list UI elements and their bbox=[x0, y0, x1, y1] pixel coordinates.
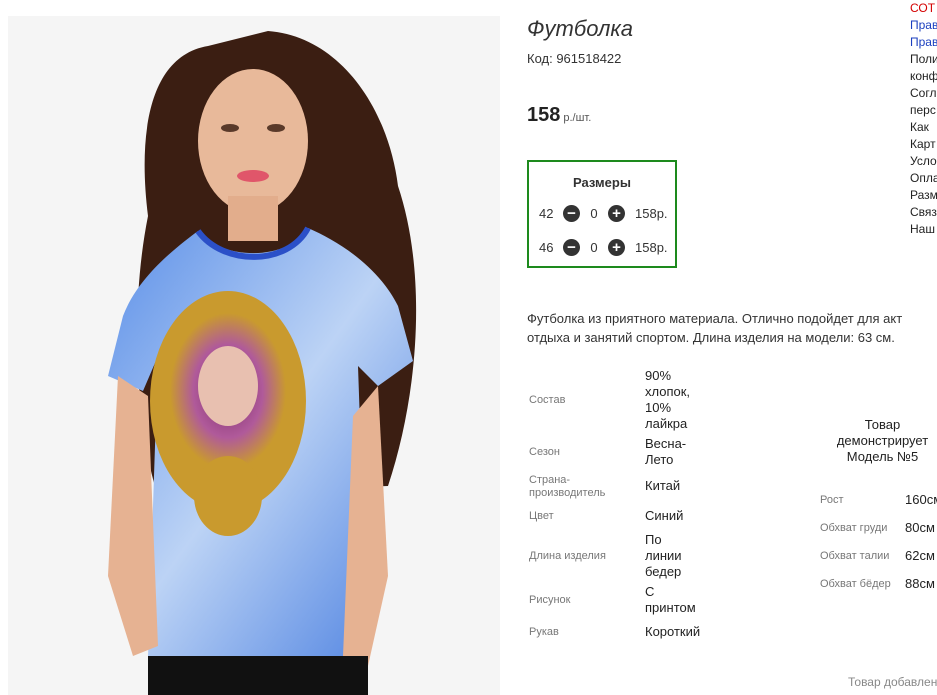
sidebar-link[interactable]: Согл bbox=[910, 85, 937, 102]
attr-value-line: Весна- bbox=[645, 436, 687, 451]
sidebar-link[interactable]: Карт bbox=[910, 136, 937, 153]
sidebar-link[interactable]: Опла bbox=[910, 170, 937, 187]
attr-value-line: лайкра bbox=[645, 416, 688, 431]
attr-value: Короткий bbox=[645, 624, 700, 640]
attr-label: Сезон bbox=[529, 446, 560, 458]
attr-value-line: 90% bbox=[645, 368, 672, 383]
attr-value-line: По bbox=[645, 532, 662, 547]
product-photo[interactable] bbox=[8, 16, 500, 695]
attr-value-line: С bbox=[645, 584, 655, 599]
price-value: 158 bbox=[527, 104, 561, 126]
attr-value: Синий bbox=[645, 508, 683, 524]
size-row: 46 − 0 + 158р. bbox=[539, 237, 668, 257]
model-param-value: 88см bbox=[905, 576, 935, 591]
model-param-value: 62см bbox=[905, 548, 935, 563]
sidebar-link[interactable]: конф bbox=[910, 68, 937, 85]
attr-value: По линии бедер bbox=[645, 532, 682, 580]
minus-circle-icon[interactable]: − bbox=[563, 204, 580, 222]
attr-value-line: Китай bbox=[645, 478, 681, 493]
plus-circle-icon[interactable]: + bbox=[608, 204, 625, 222]
size-price: 158р. bbox=[635, 205, 668, 221]
model-caption-line: Модель №5 bbox=[846, 449, 919, 464]
model-caption: Товар демонстрирует Модель №5 bbox=[820, 417, 937, 465]
attr-value-line: принтом bbox=[645, 600, 696, 615]
model-param-label: Обхват груди bbox=[820, 522, 888, 534]
sidebar-link[interactable]: Прав bbox=[910, 17, 937, 34]
attr-value-line: Синий bbox=[645, 508, 684, 523]
attr-value-line: 10% bbox=[645, 400, 672, 415]
attr-label: Рисунок bbox=[529, 594, 571, 606]
model-caption-line: демонстрирует bbox=[836, 433, 929, 448]
attr-label-line: Страна- bbox=[529, 474, 571, 486]
attr-value-line: хлопок, bbox=[645, 384, 691, 399]
model-param-value: 80см bbox=[905, 520, 935, 535]
sidebar-link[interactable]: Как bbox=[910, 119, 937, 136]
attr-label: Длина изделия bbox=[529, 550, 606, 562]
size-row: 42 − 0 + 158р. bbox=[539, 203, 668, 223]
sizes-heading: Размеры bbox=[573, 175, 631, 190]
attr-value-line: Короткий bbox=[645, 624, 701, 639]
quantity-value[interactable]: 0 bbox=[580, 206, 608, 221]
sidebar-link[interactable]: Разм bbox=[910, 187, 937, 204]
sidebar-links: СОТ Прав Прав Поли конф Согл перс Как Ка… bbox=[910, 0, 937, 238]
size-label: 46 bbox=[539, 239, 554, 255]
added-notice: Товар добавлен bbox=[848, 675, 937, 689]
attr-label: Цвет bbox=[529, 510, 554, 522]
product-title: Футболка bbox=[527, 16, 633, 41]
attr-label-line: производитель bbox=[529, 487, 606, 499]
model-caption-line: Товар bbox=[864, 417, 901, 432]
product-image bbox=[8, 16, 500, 695]
model-param-value: 160см bbox=[905, 492, 937, 507]
attr-value: 90% хлопок, 10% лайкра bbox=[645, 368, 690, 432]
attr-value: Китай bbox=[645, 478, 680, 494]
plus-circle-icon[interactable]: + bbox=[608, 238, 625, 256]
size-label: 42 bbox=[539, 205, 554, 221]
description-line: Футболка из приятного материала. Отлично… bbox=[527, 311, 903, 326]
product-description: Футболка из приятного материала. Отлично… bbox=[527, 309, 937, 347]
attr-label: Состав bbox=[529, 394, 566, 406]
product-code: Код: 961518422 bbox=[527, 51, 622, 66]
sidebar-link[interactable]: СОТ bbox=[910, 0, 937, 17]
sidebar-link[interactable]: Поли bbox=[910, 51, 937, 68]
attr-value-line: линии bbox=[645, 548, 682, 563]
size-price: 158р. bbox=[635, 239, 668, 255]
sidebar-link[interactable]: Прав bbox=[910, 34, 937, 51]
sidebar-link[interactable]: Связ bbox=[910, 204, 937, 221]
price-unit: р./шт. bbox=[563, 112, 592, 124]
attr-value-line: Лето bbox=[645, 452, 674, 467]
model-param-label: Обхват бёдер bbox=[820, 578, 891, 590]
attr-value: Весна- Лето bbox=[645, 436, 686, 468]
description-line: отдыха и занятий спортом. Длина изделия … bbox=[527, 330, 895, 345]
sidebar-link[interactable]: Усло bbox=[910, 153, 937, 170]
minus-circle-icon[interactable]: − bbox=[563, 238, 580, 256]
attr-label: Рукав bbox=[529, 626, 559, 638]
quantity-value[interactable]: 0 bbox=[580, 240, 608, 255]
sidebar-link[interactable]: перс bbox=[910, 102, 937, 119]
product-price: 158 р./шт. bbox=[527, 104, 591, 127]
attr-label: Страна- производитель bbox=[529, 474, 605, 500]
attr-value-line: бедер bbox=[645, 564, 682, 579]
model-param-label: Обхват талии bbox=[820, 550, 890, 562]
sidebar-link[interactable]: Наш bbox=[910, 221, 937, 238]
attr-value: С принтом bbox=[645, 584, 696, 616]
model-param-label: Рост bbox=[820, 494, 844, 506]
sizes-box: Размеры 42 − 0 + 158р. 46 − 0 + 158р. bbox=[527, 160, 677, 268]
